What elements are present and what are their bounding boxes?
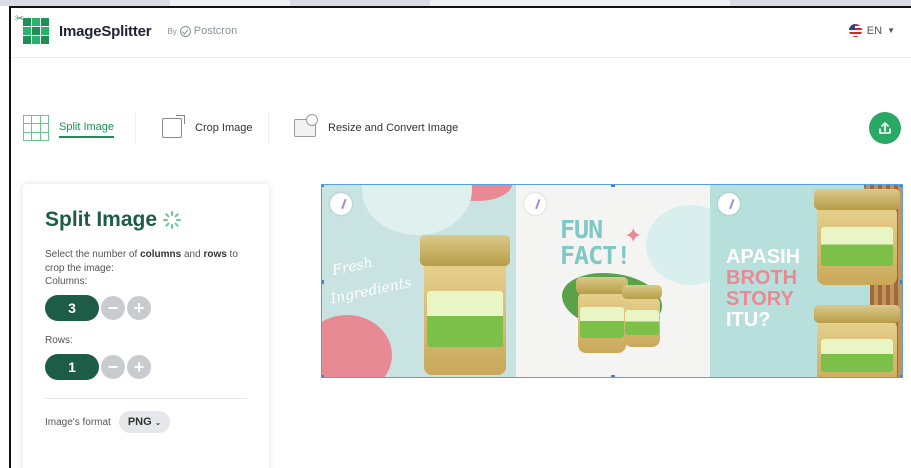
preview-tile: APASIH BROTH STORY ITU?	[710, 185, 902, 377]
sparkle-icon	[163, 211, 182, 229]
resize-convert-icon	[294, 114, 318, 137]
rows-increment-button[interactable]: +	[127, 355, 151, 379]
format-label: Image's format	[45, 416, 111, 428]
header: ✂ ImageSplitter By Postcron EN ▼	[11, 8, 911, 58]
tile-headline: FUN	[560, 215, 603, 244]
tab-crop-image[interactable]: Crop Image	[159, 104, 252, 152]
brand-badge-icon	[524, 193, 546, 215]
rows-label: Rows:	[45, 335, 73, 346]
divider	[135, 112, 136, 144]
crop-icon	[162, 115, 185, 138]
columns-decrement-button[interactable]: −	[101, 296, 125, 320]
panel-title-text: Split Image	[45, 208, 158, 231]
divider	[268, 112, 269, 144]
resize-handle[interactable]	[322, 280, 324, 284]
rows-stepper: 1 − +	[45, 354, 247, 380]
tool-toolbar: Split Image Crop Image Resize and Conver…	[11, 104, 911, 152]
brand-name: ImageSplitter	[59, 22, 152, 40]
split-settings-panel: Split Image Select the number of columns…	[23, 184, 269, 468]
chevron-down-icon: ▼	[887, 26, 895, 35]
resize-handle[interactable]	[611, 185, 615, 187]
tab-label: Resize and Convert Image	[328, 122, 459, 134]
format-row: Image's format PNG ⌄	[45, 411, 247, 433]
upload-icon	[879, 122, 891, 134]
columns-label: Columns:	[45, 276, 88, 287]
instructions-text: Select the number of	[45, 249, 141, 260]
logo-grid-icon: ✂	[15, 13, 49, 44]
tile-script-text: Ingredients	[329, 274, 413, 308]
tab-label: Split Image	[59, 118, 115, 138]
instructions-columns: columns	[140, 249, 182, 260]
brand-badge-icon	[718, 193, 740, 215]
by-label: By	[167, 26, 177, 36]
language-selector[interactable]: EN ▼	[848, 24, 895, 37]
panel-title: Split Image	[45, 208, 247, 232]
app-window: ✂ ImageSplitter By Postcron EN ▼ Split I…	[9, 6, 911, 468]
format-value: PNG	[127, 416, 152, 428]
tile-headline: ITU?	[726, 309, 771, 331]
tab-label: Crop Image	[195, 122, 253, 134]
preview-tile: FUN FACT! ✦	[516, 185, 710, 377]
brand-badge-icon	[330, 193, 352, 215]
jar-image	[420, 235, 510, 375]
instructions-rows: rows	[203, 249, 227, 260]
tile-headline: BROTH	[726, 267, 798, 289]
image-preview[interactable]: Fresh Ingredients FUN FACT! ✦ APASIH BRO…	[321, 184, 903, 378]
postcron-icon	[179, 25, 191, 37]
decor-blob	[646, 205, 710, 285]
format-select[interactable]: PNG ⌄	[118, 411, 171, 433]
resize-handle[interactable]	[322, 185, 324, 187]
jar-image	[576, 277, 628, 353]
instructions: Select the number of columns and rows to…	[45, 248, 247, 276]
us-flag-icon	[848, 24, 862, 37]
upload-button[interactable]	[869, 112, 901, 144]
decor-blob	[322, 315, 392, 377]
logo[interactable]: ✂ ImageSplitter By Postcron	[15, 13, 237, 44]
byline[interactable]: By Postcron	[167, 25, 237, 37]
split-grid-icon	[23, 115, 49, 141]
tile-headline: FACT!	[560, 241, 631, 270]
language-label: EN	[866, 24, 883, 37]
tile-script-text: Fresh	[330, 254, 375, 280]
instructions-text: and	[181, 249, 204, 260]
resize-handle[interactable]	[900, 185, 902, 187]
tile-headline: STORY	[726, 288, 794, 310]
columns-stepper: 3 − +	[45, 295, 247, 321]
tab-split-image[interactable]: Split Image	[23, 104, 115, 152]
divider	[45, 398, 247, 399]
chevron-down-icon: ⌄	[154, 417, 162, 427]
preview-tile: Fresh Ingredients	[322, 185, 516, 377]
jar-image	[814, 189, 900, 285]
resize-handle[interactable]	[900, 280, 902, 284]
jar-image	[622, 285, 662, 347]
tab-resize-convert[interactable]: Resize and Convert Image	[292, 104, 458, 152]
resize-handle[interactable]	[322, 375, 324, 377]
tile-headline: APASIH	[726, 246, 801, 268]
rows-value[interactable]: 1	[45, 354, 99, 380]
partner-name: Postcron	[193, 25, 238, 37]
rows-decrement-button[interactable]: −	[101, 355, 125, 379]
decor-blob	[362, 185, 472, 235]
columns-increment-button[interactable]: +	[127, 296, 151, 320]
jar-image	[814, 305, 900, 377]
resize-handle[interactable]	[900, 375, 902, 377]
columns-value[interactable]: 3	[45, 295, 99, 321]
sparkle-star-icon: ✦	[624, 223, 643, 248]
resize-handle[interactable]	[611, 375, 615, 377]
